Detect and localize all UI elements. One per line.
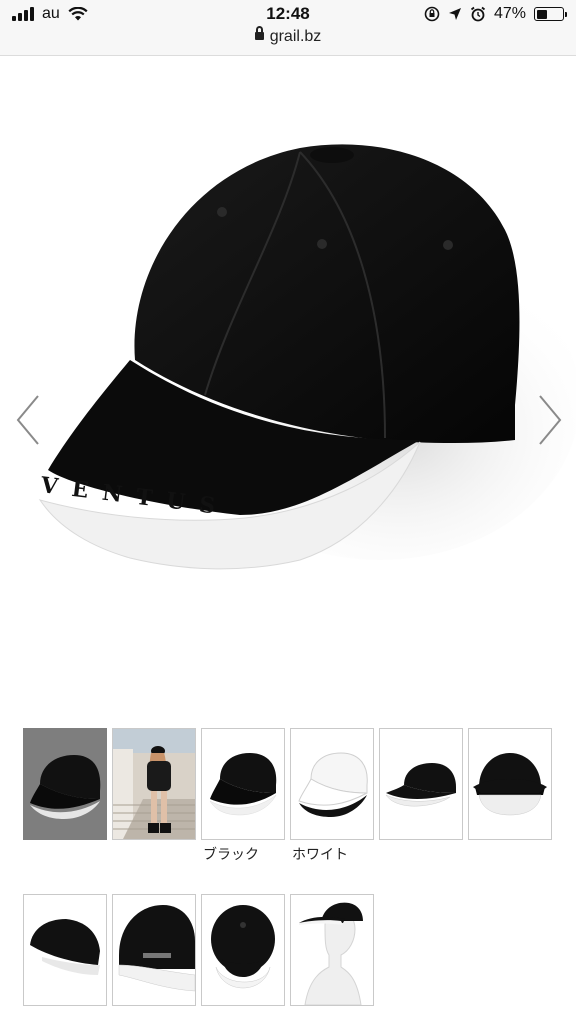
- color-label-black: ブラック: [203, 846, 259, 862]
- thumbnail-model-photo[interactable]: [112, 728, 196, 840]
- thumbnail-black-cap-back[interactable]: [112, 894, 196, 1006]
- battery-icon: [534, 7, 567, 21]
- chevron-left-icon: [16, 395, 39, 445]
- battery-percent: 47%: [493, 5, 526, 22]
- url-text: grail.bz: [269, 28, 322, 45]
- location-arrow-icon: [448, 8, 461, 20]
- thumbnail-black-cap-top[interactable]: [201, 894, 285, 1006]
- thumbnail-black-cap-back-left[interactable]: [23, 894, 107, 1006]
- lock-icon: [254, 26, 264, 40]
- thumbnail-black-cap-front[interactable]: [468, 728, 552, 840]
- prev-image-button[interactable]: [8, 390, 48, 450]
- thumbnail-black-cap-side[interactable]: [23, 728, 107, 840]
- status-bar: au 12:48 grail.bz 47%: [0, 0, 576, 56]
- black-cap-image: VENTUS: [38, 144, 576, 570]
- status-right: 47%: [424, 5, 567, 23]
- battery-level: [536, 9, 548, 19]
- color-label-white: ホワイト: [292, 846, 348, 862]
- chevron-right-icon: [539, 395, 562, 445]
- thumbnail-white-cap[interactable]: [290, 728, 374, 840]
- next-image-button[interactable]: [530, 390, 570, 450]
- main-product-image[interactable]: VENTUS: [0, 60, 576, 700]
- thumbnail-black-cap[interactable]: [201, 728, 285, 840]
- thumbnail-cap-on-mannequin[interactable]: [290, 894, 374, 1006]
- alarm-icon: [470, 6, 486, 22]
- orientation-lock-icon: [424, 6, 440, 22]
- url-bar[interactable]: grail.bz: [0, 26, 576, 46]
- thumbnail-black-cap-profile[interactable]: [379, 728, 463, 840]
